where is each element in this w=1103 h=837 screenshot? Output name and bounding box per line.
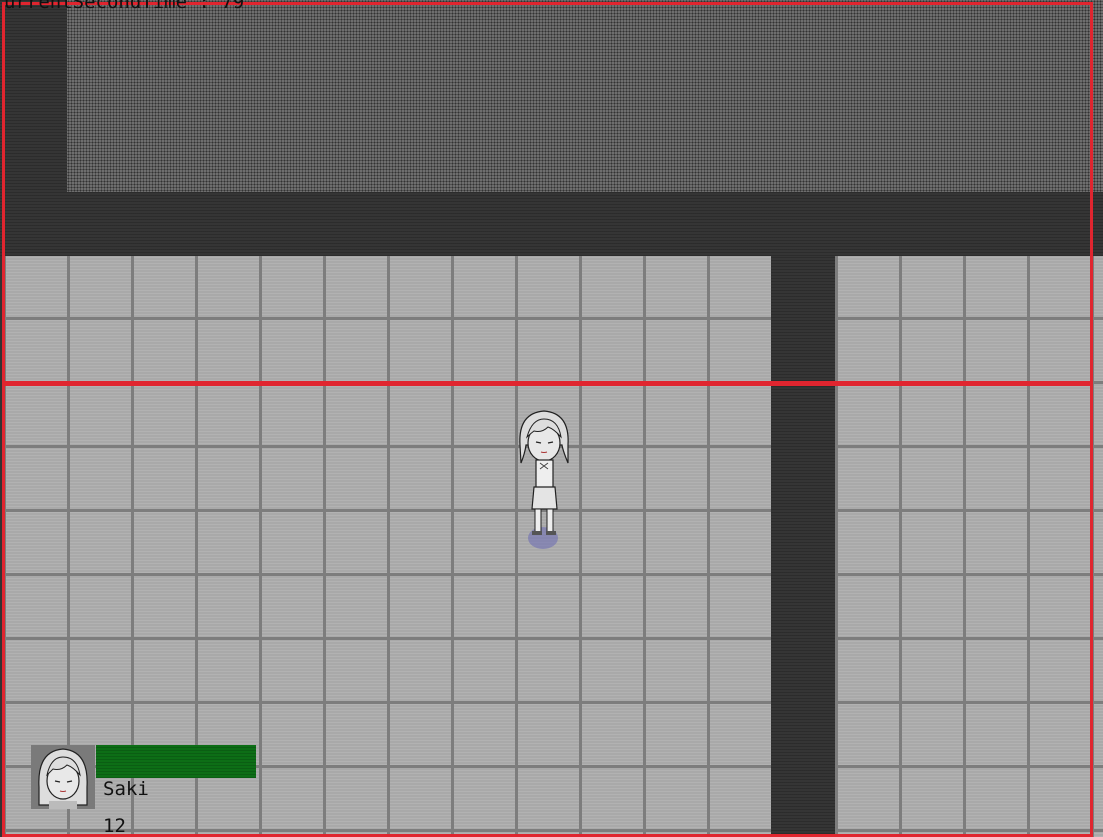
character-level: 12 <box>103 815 126 837</box>
girl-character-sprite-icon <box>519 410 569 549</box>
game-scene[interactable]: urrentSecondTime : 79 Saki 12 <box>0 0 1103 837</box>
zone-box-upper <box>2 2 1093 386</box>
player-character[interactable] <box>508 405 580 555</box>
hud-portrait <box>31 745 95 809</box>
hp-bar <box>96 745 256 778</box>
debug-timer-text: urrentSecondTime : 79 <box>4 0 245 13</box>
girl-portrait-icon <box>38 748 88 809</box>
character-name: Saki <box>103 778 149 800</box>
